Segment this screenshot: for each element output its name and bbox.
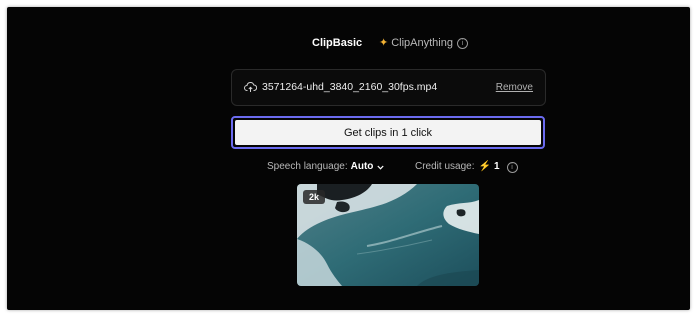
credit-usage: Credit usage: ⚡ 1 i xyxy=(415,159,518,175)
speech-language-value: Auto xyxy=(350,161,374,172)
mode-tabs: ClipBasic ✦ ClipAnything i xyxy=(7,32,690,54)
remove-file-link[interactable]: Remove xyxy=(496,70,533,105)
upload-icon xyxy=(244,82,257,92)
tab-clipbasic[interactable]: ClipBasic xyxy=(312,32,362,54)
chevron-down-icon xyxy=(377,165,385,170)
info-icon[interactable]: i xyxy=(506,161,518,173)
options-row: Speech language: Auto Credit usage: ⚡ 1 … xyxy=(7,159,690,175)
info-icon[interactable]: i xyxy=(456,37,468,49)
credit-usage-value: 1 xyxy=(493,161,500,172)
tab-clipanything[interactable]: ✦ ClipAnything i xyxy=(379,32,468,54)
get-clips-button[interactable]: Get clips in 1 click xyxy=(235,120,541,145)
speech-language-select[interactable]: Speech language: Auto xyxy=(267,159,385,175)
sparkle-icon: ✦ xyxy=(379,37,389,49)
app-window: ClipBasic ✦ ClipAnything i 3571264-uhd_3… xyxy=(7,7,690,310)
file-name: 3571264-uhd_3840_2160_30fps.mp4 xyxy=(262,81,438,93)
get-clips-button-focus-ring: Get clips in 1 click xyxy=(231,116,545,149)
video-thumbnail[interactable]: 2k xyxy=(297,184,479,286)
credit-usage-label: Credit usage: xyxy=(415,161,475,172)
uploaded-file-row: 3571264-uhd_3840_2160_30fps.mp4 Remove xyxy=(231,69,546,106)
bolt-icon: ⚡ xyxy=(478,161,491,172)
tab-clipanything-label: ClipAnything xyxy=(391,37,453,49)
resolution-badge: 2k xyxy=(303,190,326,204)
speech-language-label: Speech language: xyxy=(267,161,348,172)
